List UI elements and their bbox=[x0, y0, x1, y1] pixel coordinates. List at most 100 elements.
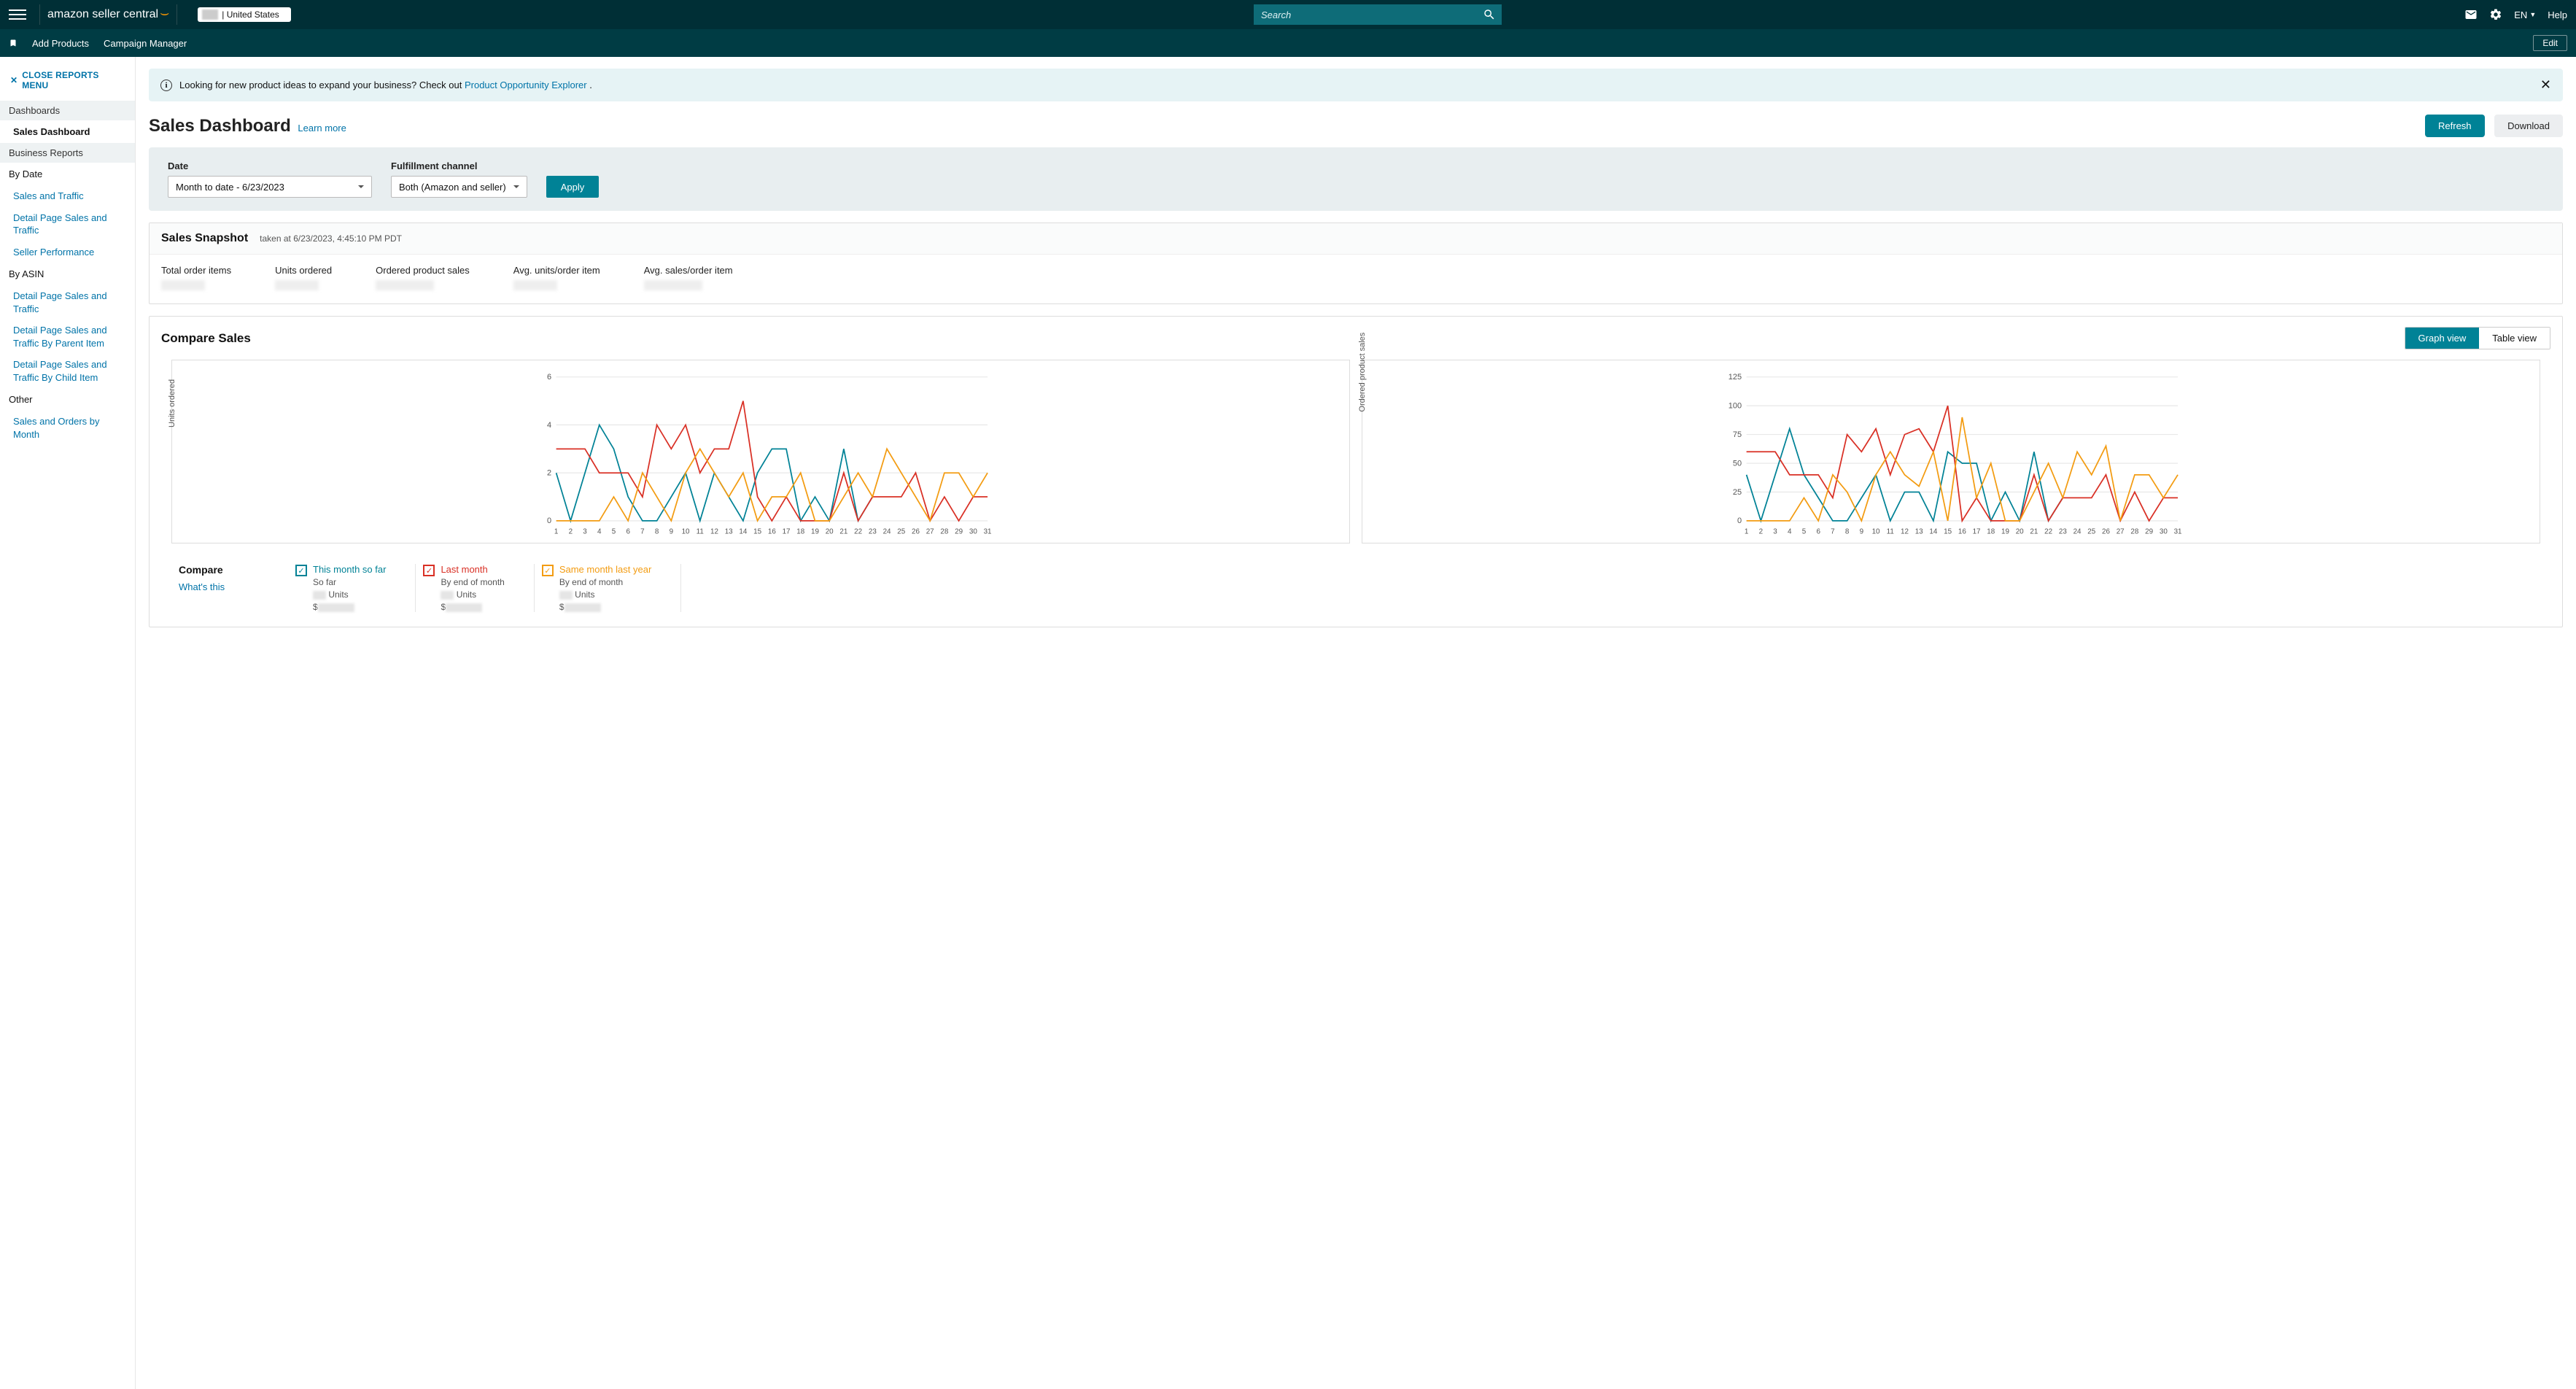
svg-text:21: 21 bbox=[839, 527, 847, 535]
svg-text:100: 100 bbox=[1729, 401, 1742, 410]
flag-icon bbox=[202, 9, 218, 20]
tab-graph-view[interactable]: Graph view bbox=[2405, 328, 2480, 349]
title-bar: Sales Dashboard Learn more Refresh Downl… bbox=[149, 115, 2563, 137]
sidebar-link[interactable]: Sales and Traffic bbox=[0, 185, 135, 207]
marketplace-switcher[interactable]: | United States bbox=[198, 7, 291, 22]
checkbox-this-month[interactable] bbox=[295, 565, 307, 576]
svg-text:25: 25 bbox=[2087, 527, 2095, 535]
snapshot-col-label: Units ordered bbox=[275, 265, 332, 276]
legend-series-name: Same month last year bbox=[559, 564, 651, 575]
svg-text:0: 0 bbox=[547, 516, 551, 525]
sidebar-section-business-reports: Business Reports bbox=[0, 143, 135, 163]
nav-add-products[interactable]: Add Products bbox=[32, 38, 89, 49]
date-select[interactable]: Month to date - 6/23/2023 bbox=[168, 176, 372, 198]
checkbox-last-year[interactable] bbox=[542, 565, 554, 576]
language-switcher[interactable]: EN ▼ bbox=[2514, 9, 2536, 20]
mail-icon[interactable] bbox=[2464, 8, 2478, 21]
whats-this-link[interactable]: What's this bbox=[179, 581, 259, 592]
close-icon: ✕ bbox=[10, 75, 18, 85]
learn-more-link[interactable]: Learn more bbox=[298, 123, 346, 134]
sidebar-label-other: Other bbox=[0, 388, 135, 411]
chart-ylabel: Units ordered bbox=[168, 379, 176, 427]
legend-sub: By end of month bbox=[441, 577, 504, 587]
nav-campaign-manager[interactable]: Campaign Manager bbox=[104, 38, 187, 49]
download-button[interactable]: Download bbox=[2494, 115, 2563, 137]
svg-text:17: 17 bbox=[1973, 527, 1981, 535]
sidebar-label-by-date: By Date bbox=[0, 163, 135, 185]
legend-title: Compare bbox=[179, 564, 259, 576]
banner-text-part: Looking for new product ideas to expand … bbox=[179, 80, 465, 90]
svg-text:24: 24 bbox=[883, 527, 891, 535]
svg-text:31: 31 bbox=[2174, 527, 2182, 535]
sidebar-link[interactable]: Detail Page Sales and Traffic bbox=[0, 207, 135, 241]
sidebar-link[interactable]: Seller Performance bbox=[0, 241, 135, 263]
hamburger-icon[interactable] bbox=[9, 6, 26, 23]
svg-text:13: 13 bbox=[1915, 527, 1923, 535]
svg-text:27: 27 bbox=[926, 527, 934, 535]
refresh-button[interactable]: Refresh bbox=[2425, 115, 2485, 137]
svg-text:50: 50 bbox=[1733, 459, 1742, 468]
svg-text:18: 18 bbox=[796, 527, 804, 535]
svg-text:8: 8 bbox=[1845, 527, 1850, 535]
svg-text:11: 11 bbox=[697, 527, 704, 535]
snapshot-col-label: Total order items bbox=[161, 265, 231, 276]
search-wrap bbox=[291, 4, 2465, 25]
svg-text:14: 14 bbox=[1929, 527, 1937, 535]
svg-text:9: 9 bbox=[670, 527, 674, 535]
channel-select[interactable]: Both (Amazon and seller) bbox=[391, 176, 527, 198]
snapshot-timestamp: taken at 6/23/2023, 4:45:10 PM PDT bbox=[260, 233, 402, 244]
banner-dot: . bbox=[589, 80, 592, 90]
svg-text:6: 6 bbox=[626, 527, 630, 535]
close-reports-menu[interactable]: ✕ CLOSE REPORTS MENU bbox=[0, 66, 135, 101]
checkbox-last-month[interactable] bbox=[423, 565, 435, 576]
svg-text:7: 7 bbox=[640, 527, 644, 535]
sidebar-link[interactable]: Detail Page Sales and Traffic By Parent … bbox=[0, 320, 135, 354]
snapshot-col-label: Avg. sales/order item bbox=[644, 265, 733, 276]
svg-text:28: 28 bbox=[2130, 527, 2138, 535]
svg-text:30: 30 bbox=[2160, 527, 2168, 535]
svg-text:23: 23 bbox=[869, 527, 877, 535]
apply-button[interactable]: Apply bbox=[546, 176, 600, 198]
svg-text:16: 16 bbox=[1958, 527, 1966, 535]
search-input[interactable] bbox=[1254, 4, 1475, 25]
bookmark-icon[interactable] bbox=[9, 37, 18, 49]
snapshot-col-label: Ordered product sales bbox=[376, 265, 470, 276]
banner-text: Looking for new product ideas to expand … bbox=[179, 80, 592, 90]
sidebar-link[interactable]: Sales and Orders by Month bbox=[0, 411, 135, 445]
svg-text:19: 19 bbox=[811, 527, 819, 535]
sidebar-link[interactable]: Detail Page Sales and Traffic bbox=[0, 285, 135, 320]
legend-units: Units bbox=[441, 589, 504, 600]
svg-text:125: 125 bbox=[1729, 373, 1742, 382]
svg-text:22: 22 bbox=[2044, 527, 2052, 535]
date-label: Date bbox=[168, 160, 372, 171]
tab-table-view[interactable]: Table view bbox=[2479, 328, 2550, 349]
svg-text:9: 9 bbox=[1860, 527, 1864, 535]
svg-text:21: 21 bbox=[2030, 527, 2038, 535]
snapshot-col-label: Avg. units/order item bbox=[513, 265, 600, 276]
legend-amount: $ bbox=[441, 602, 504, 612]
svg-text:22: 22 bbox=[854, 527, 862, 535]
gear-icon[interactable] bbox=[2489, 8, 2502, 21]
svg-text:4: 4 bbox=[547, 421, 551, 430]
info-banner: i Looking for new product ideas to expan… bbox=[149, 69, 2563, 101]
svg-text:23: 23 bbox=[2059, 527, 2067, 535]
search-button[interactable] bbox=[1475, 4, 1502, 25]
banner-link[interactable]: Product Opportunity Explorer bbox=[465, 80, 587, 90]
sidebar-link[interactable]: Detail Page Sales and Traffic By Child I… bbox=[0, 354, 135, 388]
help-link[interactable]: Help bbox=[2548, 9, 2567, 20]
svg-text:10: 10 bbox=[1872, 527, 1880, 535]
divider bbox=[176, 4, 177, 25]
svg-text:1: 1 bbox=[554, 527, 558, 535]
legend-sub: By end of month bbox=[559, 577, 651, 587]
svg-text:24: 24 bbox=[2073, 527, 2082, 535]
svg-text:15: 15 bbox=[1944, 527, 1952, 535]
edit-button[interactable]: Edit bbox=[2533, 35, 2567, 51]
svg-text:3: 3 bbox=[1773, 527, 1777, 535]
sidebar-item-sales-dashboard[interactable]: Sales Dashboard bbox=[0, 120, 135, 143]
brand-logo[interactable]: amazon seller central ⌣ bbox=[47, 7, 169, 23]
svg-text:15: 15 bbox=[753, 527, 761, 535]
svg-text:19: 19 bbox=[2001, 527, 2009, 535]
banner-close-icon[interactable]: ✕ bbox=[2540, 77, 2551, 93]
svg-text:26: 26 bbox=[912, 527, 920, 535]
top-bar: amazon seller central ⌣ | United States … bbox=[0, 0, 2576, 29]
